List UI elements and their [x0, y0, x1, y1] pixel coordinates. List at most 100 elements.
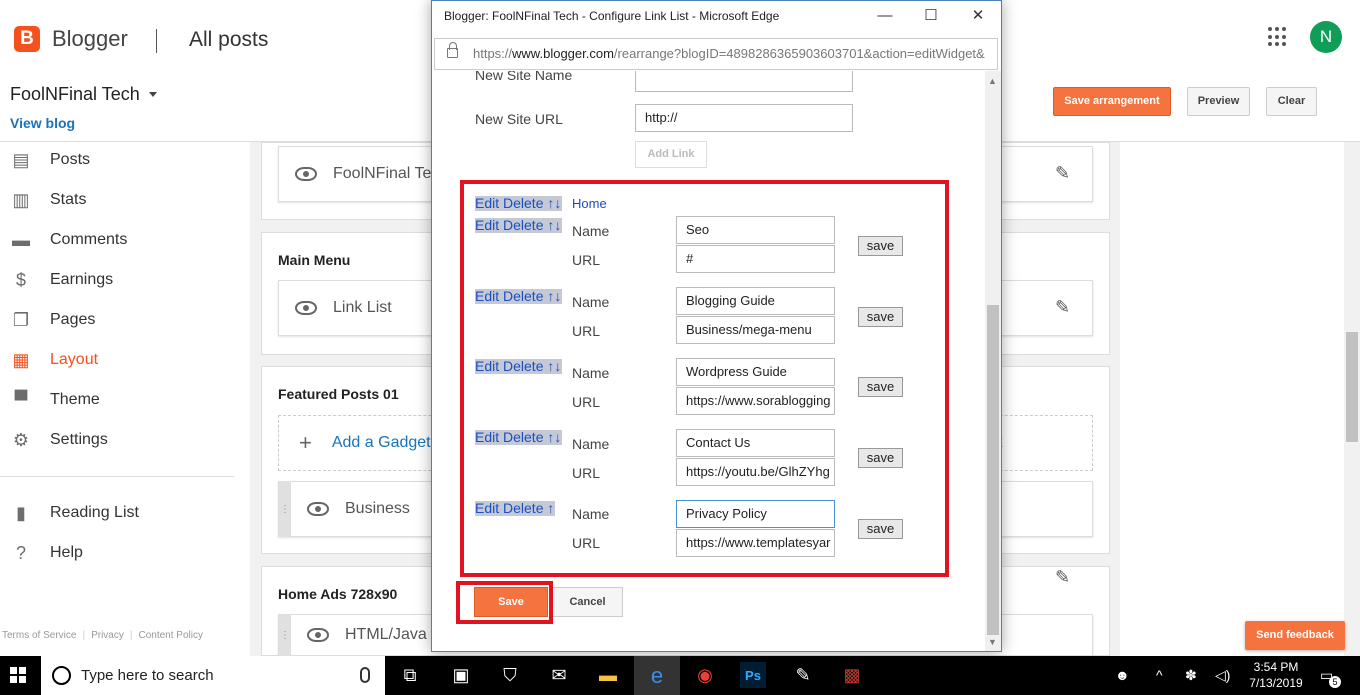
task-view-icon[interactable]: ⧉ [395, 660, 425, 690]
layout-icon: ▦ [12, 349, 30, 370]
caret-down-icon[interactable] [149, 92, 157, 97]
plus-icon: + [299, 430, 312, 455]
comments-icon: ▬ [12, 229, 30, 250]
app-name[interactable]: Blogger [52, 26, 128, 52]
people-icon[interactable]: ☻ [1115, 667, 1130, 683]
section-title: Home Ads 728x90 [278, 586, 398, 602]
page-scrollbar-thumb[interactable] [1346, 332, 1358, 442]
preview-button[interactable]: Preview [1187, 87, 1250, 116]
gadget-title: Business [345, 500, 410, 517]
file-explorer-icon[interactable]: ▬ [593, 660, 623, 690]
volume-icon[interactable]: ◁) [1215, 667, 1230, 684]
pencil-icon[interactable]: ✎ [1055, 297, 1070, 318]
sidebar-item-layout[interactable]: ▦ Layout [10, 348, 98, 372]
bookmark-icon: ▮ [16, 502, 26, 523]
blogger-logo-icon[interactable]: B [14, 26, 40, 52]
maximize-icon[interactable]: ☐ [908, 1, 954, 31]
posts-icon: ▤ [12, 149, 30, 170]
clear-button[interactable]: Clear [1266, 87, 1317, 116]
page-title: All posts [189, 28, 269, 51]
gadget-title: FoolNFinal Te [333, 165, 432, 182]
section-title: Main Menu [278, 252, 351, 268]
sidebar-item-comments[interactable]: ▬ Comments [10, 228, 127, 252]
view-blog-link[interactable]: View blog [10, 115, 75, 131]
sidebar-item-reading-list[interactable]: ▮ Reading List [10, 501, 139, 525]
new-site-name-input[interactable] [635, 71, 853, 92]
new-site-url-input[interactable]: http:// [635, 104, 853, 132]
apps-grid-icon[interactable] [1268, 27, 1288, 47]
language-icon[interactable]: ✽ [1185, 667, 1197, 684]
right-panel [1120, 142, 1360, 656]
scroll-down-icon[interactable]: ▼ [988, 637, 997, 647]
close-icon[interactable]: ✕ [955, 1, 1001, 31]
help-icon: ? [15, 542, 26, 563]
drag-handle-icon[interactable]: ⋮ [279, 614, 291, 656]
send-feedback-button[interactable]: Send feedback [1245, 621, 1345, 650]
url-prefix: https:// [473, 46, 513, 61]
header-divider [156, 29, 157, 53]
sidebar-item-label: Earnings [50, 271, 114, 288]
add-link-button[interactable]: Add Link [635, 141, 707, 168]
chevron-up-icon[interactable]: ^ [1156, 667, 1163, 683]
section-title: Featured Posts 01 [278, 386, 399, 402]
windows-start-icon[interactable] [10, 667, 26, 683]
privacy-link[interactable]: Privacy [91, 630, 124, 641]
theme-icon: ▀ [14, 389, 28, 410]
sidebar-item-label: Stats [50, 191, 87, 208]
popup-scrollbar-thumb[interactable] [987, 305, 999, 635]
eye-icon[interactable] [307, 502, 329, 516]
sidebar-item-pages[interactable]: ❐ Pages [10, 308, 95, 332]
paint-icon[interactable]: ✎ [788, 660, 818, 690]
photoshop-icon[interactable]: Ps [740, 662, 766, 688]
settings-icon: ⚙ [12, 429, 30, 450]
taskbar-search-input[interactable]: Type here to search [41, 656, 385, 695]
photos-app-icon[interactable]: ▣ [446, 660, 476, 690]
store-icon[interactable]: ⛉ [495, 660, 525, 690]
highlight-box [456, 581, 553, 624]
chrome-icon[interactable]: ◉ [690, 660, 720, 690]
eye-icon[interactable] [307, 628, 329, 642]
lock-icon [447, 42, 458, 58]
blog-selector[interactable]: FoolNFinal Tech [10, 84, 140, 105]
save-arrangement-button[interactable]: Save arrangement [1053, 87, 1171, 116]
avatar[interactable]: N [1310, 21, 1342, 53]
address-bar[interactable]: https://www.blogger.com/rearrange?blogID… [434, 38, 998, 70]
clock-date: 7/13/2019 [1249, 676, 1303, 690]
content-policy-link[interactable]: Content Policy [138, 630, 202, 641]
new-site-name-label: New Site Name [475, 71, 573, 83]
sidebar-item-label: Theme [50, 391, 100, 408]
minimize-icon[interactable]: — [862, 1, 908, 31]
pages-icon: ❐ [12, 309, 30, 330]
sidebar-item-stats[interactable]: ▥ Stats [10, 188, 86, 212]
clock[interactable]: 3:54 PM 7/13/2019 [1246, 659, 1306, 691]
terms-link[interactable]: Terms of Service [2, 630, 76, 641]
mail-icon[interactable]: ✉ [544, 660, 574, 690]
sidebar-item-theme[interactable]: ▀ Theme [10, 388, 100, 412]
footer-links: Terms of Service | Privacy | Content Polic… [2, 630, 203, 641]
notification-count-badge: 5 [1329, 676, 1341, 688]
new-site-url-label: New Site URL [475, 111, 563, 127]
cancel-button[interactable]: Cancel [552, 587, 623, 617]
stats-icon: ▥ [12, 189, 30, 210]
sidebar-item-label: Pages [50, 311, 96, 328]
sidebar-item-label: Settings [50, 431, 108, 448]
add-gadget-label: Add a Gadget [331, 434, 431, 451]
sidebar-divider [0, 476, 234, 477]
cortana-icon[interactable] [52, 666, 71, 685]
scroll-up-icon[interactable]: ▲ [988, 76, 997, 86]
sidebar-item-label: Help [50, 544, 83, 561]
eye-icon[interactable] [295, 167, 317, 181]
sidebar-item-earnings[interactable]: $ Earnings [10, 268, 113, 292]
pencil-icon[interactable]: ✎ [1055, 567, 1070, 588]
sidebar-item-label: Posts [50, 151, 91, 168]
sidebar-item-posts[interactable]: ▤ Posts [10, 148, 90, 172]
eye-icon[interactable] [295, 301, 317, 315]
edge-icon[interactable]: e [634, 656, 680, 695]
microphone-icon[interactable] [360, 667, 370, 683]
drag-handle-icon[interactable]: ⋮ [279, 481, 291, 537]
sidebar-item-help[interactable]: ? Help [10, 541, 83, 565]
sidebar-item-settings[interactable]: ⚙ Settings [10, 428, 108, 452]
winrar-icon[interactable]: ▩ [837, 660, 867, 690]
pencil-icon[interactable]: ✎ [1055, 163, 1070, 184]
sidebar-item-label: Comments [50, 231, 128, 248]
